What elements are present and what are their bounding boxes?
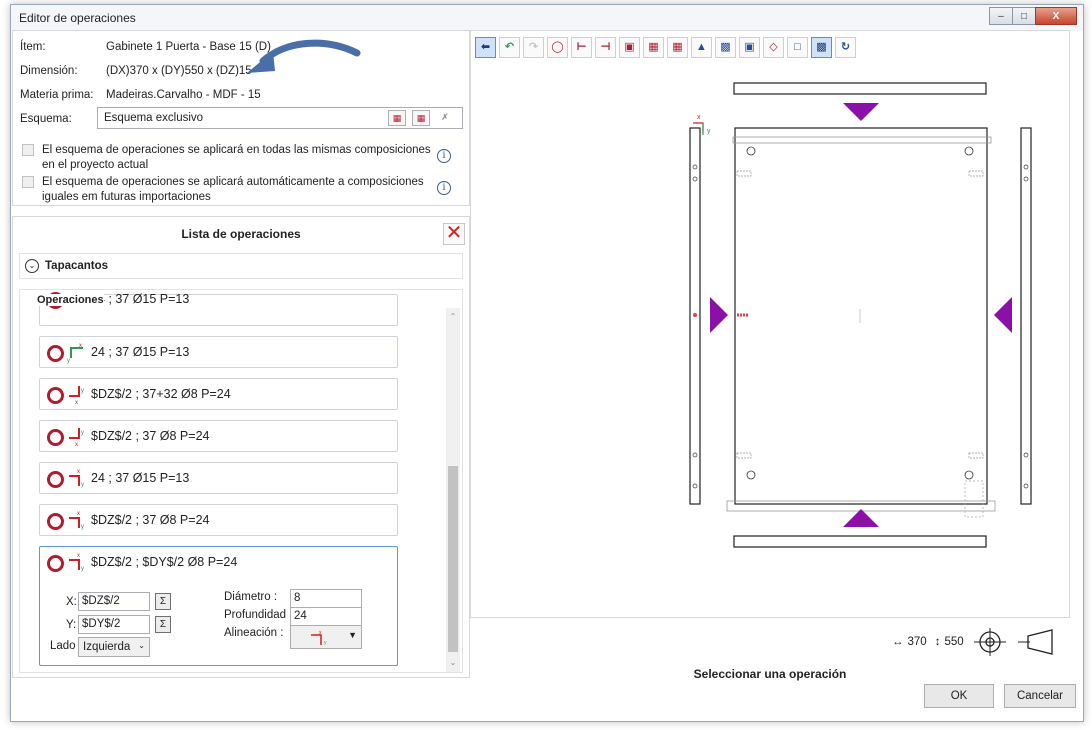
operations-list-title: Lista de operaciones — [181, 227, 301, 241]
info-icon[interactable]: i — [437, 149, 451, 163]
title-bar: Editor de operaciones – □ X — [11, 5, 1083, 31]
annotation-arrow-icon — [247, 39, 361, 73]
depth-input[interactable]: 24 — [290, 607, 362, 626]
axis-x-y-icon: xy — [69, 511, 84, 530]
dimension-value: (DX)370 x (DY)550 x (DZ)15 — [106, 65, 252, 77]
status-text: Seleccionar una operación — [693, 667, 847, 681]
panel-drawing[interactable]: x y — [471, 31, 1071, 619]
axis-x-y-icon: yx — [69, 386, 84, 406]
chevron-down-icon: ⌄ — [138, 641, 145, 650]
y-input[interactable]: $DY$/2 — [78, 615, 150, 634]
svg-text:x: x — [75, 442, 78, 448]
schema-load-icon[interactable]: ▦ — [412, 110, 430, 126]
svg-text:y: y — [81, 482, 84, 488]
axis-x-y-icon: xy — [67, 343, 83, 364]
alignment-icon: xy — [311, 630, 327, 646]
x-input[interactable]: $DZ$/2 — [78, 592, 150, 611]
axis-x-y-icon: xy — [69, 553, 84, 572]
axis-x-y-icon: yx — [69, 428, 84, 448]
svg-text:y: y — [81, 430, 84, 436]
lado-select[interactable]: Izquierda ⌄ — [78, 637, 150, 657]
perspective-view-icon[interactable] — [1016, 626, 1056, 658]
chevron-down-icon: ⌄ — [25, 259, 39, 273]
dropdown-arrow-icon: ▼ — [348, 630, 357, 640]
svg-text:y: y — [81, 566, 84, 572]
svg-text:x: x — [697, 114, 701, 121]
axis-x-y-icon: xy — [69, 469, 84, 488]
scroll-thumb[interactable] — [448, 466, 458, 652]
width-arrow-icon: ↔ — [892, 636, 904, 648]
ok-button[interactable]: OK — [924, 684, 994, 708]
close-button[interactable]: X — [1035, 7, 1077, 25]
tapacantos-expander[interactable]: ⌄ Tapacantos — [19, 253, 463, 279]
svg-text:y: y — [707, 128, 711, 135]
window-title: Editor de operaciones — [19, 11, 136, 25]
apply-future-checkbox[interactable] — [22, 176, 34, 188]
item-info-panel: Ítem: Gabinete 1 Puerta - Base 15 (D) Di… — [12, 30, 470, 206]
operations-list-panel: Lista de operaciones ✕ ⌄ Tapacantos Oper… — [12, 216, 470, 678]
unlink-icon[interactable]: ✗ — [436, 110, 454, 126]
operation-item-4[interactable]: yx $DZ$/2 ; 37 Ø8 P=24 — [39, 420, 398, 452]
operation-item-selected[interactable]: xy $DZ$/2 ; $DY$/2 Ø8 P=24 X: $DZ$/2 Σ Y… — [39, 546, 398, 666]
operations-section-title: Operaciones — [37, 294, 104, 306]
apply-project-checkbox[interactable] — [22, 144, 34, 156]
scroll-up-icon[interactable]: ⌃ — [448, 312, 458, 324]
svg-text:y: y — [67, 358, 70, 364]
svg-text:x: x — [75, 400, 78, 406]
operations-scrollbar[interactable]: ⌃ ⌄ — [446, 308, 460, 672]
y-formula-button[interactable]: Σ — [155, 616, 171, 633]
diameter-input[interactable]: 8 — [290, 589, 362, 608]
delete-operation-button[interactable]: ✕ — [443, 223, 465, 245]
operation-item-6[interactable]: xy $DZ$/2 ; 37 Ø8 P=24 — [39, 504, 398, 536]
operation-item-3[interactable]: yx $DZ$/2 ; 37+32 Ø8 P=24 — [39, 378, 398, 410]
svg-text:x: x — [77, 553, 80, 559]
schema-save-icon[interactable]: ▦ — [388, 110, 406, 126]
maximize-button[interactable]: □ — [1012, 7, 1036, 25]
drawing-canvas[interactable]: ⬅ ↶ ↷ ◯ ⊢ ⊣ ▣ ▦ ▦ ▲ ▩ ▣ ◇ □ ▩ ↻ x y — [470, 30, 1070, 618]
svg-text:x: x — [77, 511, 80, 517]
height-value: 550 — [944, 636, 964, 648]
operations-scroll-area[interactable]: Operaciones 24 ; 37 Ø15 P=13 xy 24 ; 37 … — [19, 289, 463, 673]
x-formula-button[interactable]: Σ — [155, 593, 171, 610]
material-value: Madeiras.Carvalho - MDF - 15 — [106, 89, 261, 101]
canvas-dimensions: ↔ 370 ↕ 550 — [892, 626, 1056, 658]
operation-item-2[interactable]: xy 24 ; 37 Ø15 P=13 — [39, 336, 398, 368]
svg-text:y: y — [81, 524, 84, 530]
height-arrow-icon: ↕ — [934, 636, 941, 648]
svg-text:y: y — [81, 388, 84, 394]
width-value: 370 — [907, 636, 927, 648]
operation-item-5[interactable]: xy 24 ; 37 Ø15 P=13 — [39, 462, 398, 494]
alignment-select[interactable]: xy ▼ — [290, 625, 362, 649]
info-icon[interactable]: i — [437, 181, 451, 195]
svg-text:x: x — [77, 469, 80, 475]
svg-text:x: x — [79, 343, 82, 349]
cancel-button[interactable]: Cancelar — [1004, 684, 1076, 708]
svg-text:y: y — [324, 640, 327, 646]
crosshair-icon[interactable] — [972, 626, 1008, 658]
minimize-button[interactable]: – — [989, 7, 1013, 25]
scroll-down-icon[interactable]: ⌄ — [448, 658, 458, 670]
schema-field[interactable]: Esquema exclusivo ▦ ▦ ✗ — [97, 107, 463, 129]
